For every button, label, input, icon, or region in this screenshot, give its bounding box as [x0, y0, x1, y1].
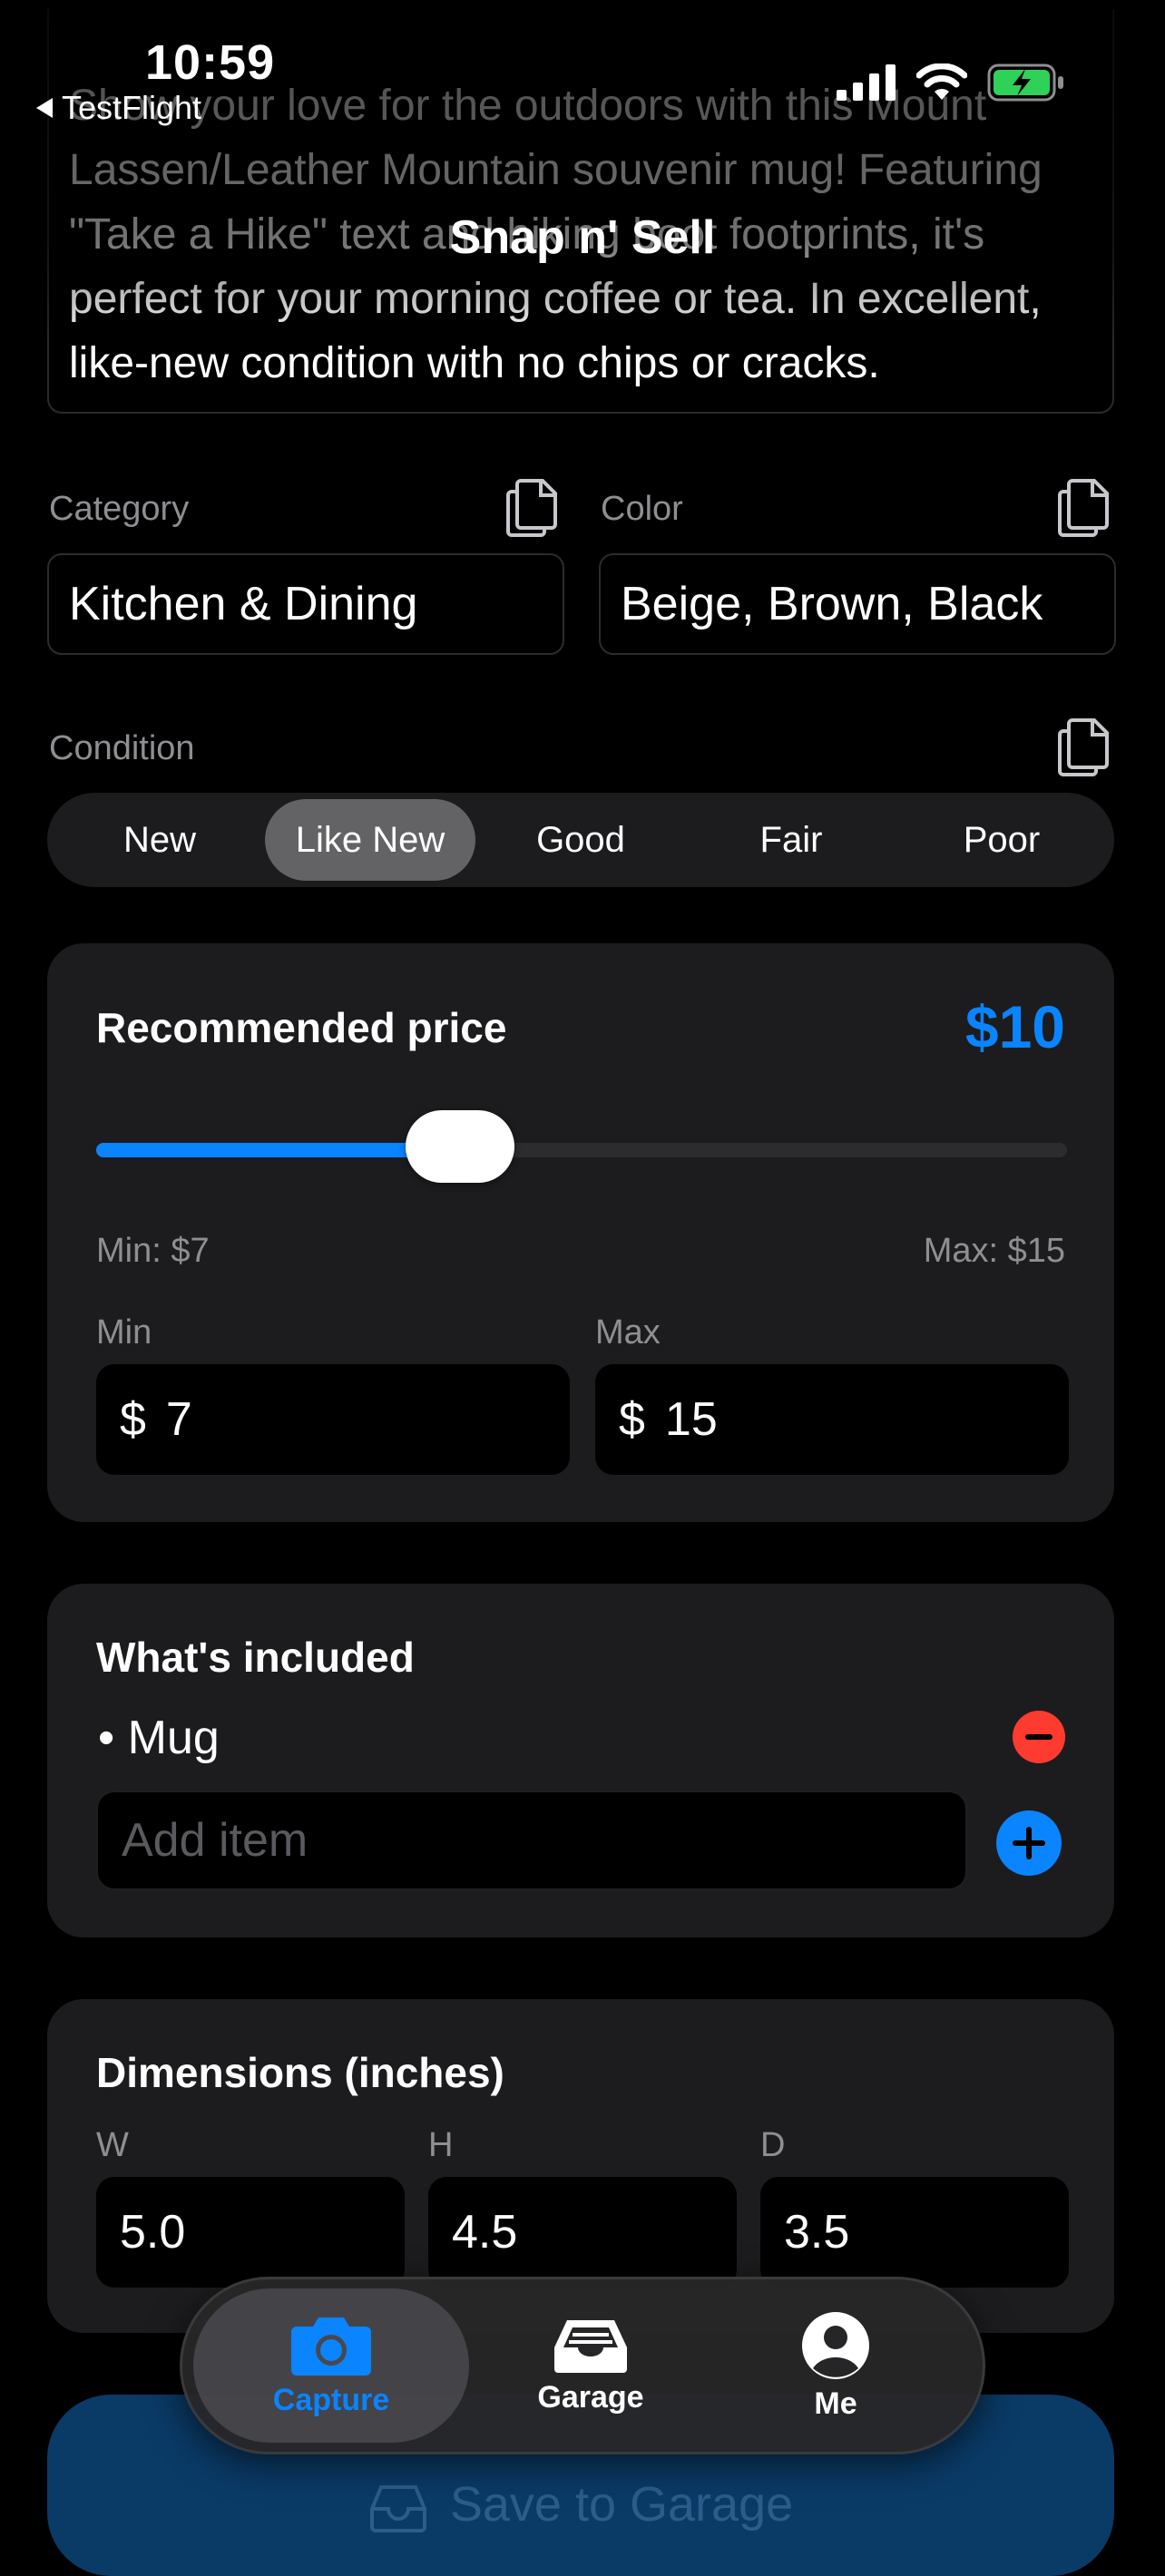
price-min-text: Min: $7 [96, 1232, 210, 1270]
save-to-garage-label: Save to Garage [449, 2477, 794, 2532]
dimensions-title: Dimensions (inches) [96, 2049, 504, 2096]
height-input[interactable]: 4.5 [428, 2177, 737, 2288]
condition-option-good[interactable]: Good [475, 799, 686, 881]
tab-capture-label: Capture [272, 2382, 390, 2417]
tab-bar: Capture Garage Me [180, 2277, 985, 2454]
back-app-label: TestFlight [62, 89, 202, 126]
width-label: W [96, 2126, 129, 2164]
person-icon [802, 2311, 869, 2379]
max-price-value: 15 [664, 1393, 718, 1446]
condition-option-fair[interactable]: Fair [686, 799, 896, 881]
condition-segmented-control: New Like New Good Fair Poor [47, 793, 1114, 887]
depth-label: D [760, 2126, 786, 2164]
tab-me[interactable]: Me [718, 2288, 954, 2443]
min-field-label: Min [96, 1313, 152, 1351]
color-label: Color [601, 490, 683, 528]
tray-icon [369, 2485, 426, 2532]
min-currency-symbol: $ [120, 1393, 146, 1446]
back-triangle-icon [36, 98, 53, 118]
add-item-button[interactable] [996, 1810, 1062, 1876]
tray-icon [554, 2319, 627, 2373]
status-time: 10:59 [145, 35, 276, 90]
minus-icon [1025, 1734, 1052, 1740]
price-max-text: Max: $15 [923, 1232, 1065, 1270]
status-icons [837, 63, 1065, 102]
included-title: What's included [96, 1634, 415, 1681]
copy-color-icon[interactable] [1056, 477, 1111, 537]
depth-input[interactable]: 3.5 [760, 2177, 1069, 2288]
width-input[interactable]: 5.0 [96, 2177, 405, 2288]
included-card: What's included • Mug Add item [47, 1584, 1114, 1937]
min-price-input[interactable]: $ 7 [96, 1364, 570, 1475]
copy-condition-icon[interactable] [1056, 717, 1111, 776]
plus-icon-vertical [1026, 1827, 1032, 1859]
category-label: Category [49, 490, 190, 528]
price-card: Recommended price $10 Min: $7 Max: $15 M… [47, 943, 1114, 1522]
included-item: • Mug [98, 1712, 220, 1764]
max-currency-symbol: $ [619, 1393, 645, 1446]
condition-label: Condition [49, 729, 195, 767]
min-price-value: 7 [165, 1393, 192, 1446]
back-to-app-button[interactable]: TestFlight [36, 89, 201, 127]
camera-icon [291, 2317, 371, 2376]
tab-garage-label: Garage [537, 2379, 644, 2415]
remove-item-button[interactable] [1013, 1711, 1065, 1763]
tab-garage[interactable]: Garage [482, 2288, 700, 2443]
battery-charging-icon [987, 63, 1063, 102]
price-title: Recommended price [96, 1004, 507, 1051]
color-field[interactable]: Beige, Brown, Black [599, 553, 1116, 655]
condition-option-like-new[interactable]: Like New [265, 799, 475, 881]
wifi-icon [916, 63, 967, 100]
signal-icon [837, 64, 896, 101]
height-label: H [428, 2126, 454, 2164]
condition-option-poor[interactable]: Poor [896, 799, 1107, 881]
tab-me-label: Me [814, 2386, 857, 2421]
page-title: Snap n' Sell [449, 211, 716, 264]
max-field-label: Max [595, 1313, 661, 1351]
max-price-input[interactable]: $ 15 [595, 1364, 1069, 1475]
price-slider-thumb[interactable] [406, 1110, 515, 1183]
price-value: $10 [964, 993, 1065, 1060]
tab-capture[interactable]: Capture [193, 2288, 469, 2443]
condition-option-new[interactable]: New [54, 799, 265, 881]
copy-category-icon[interactable] [504, 477, 559, 537]
category-field[interactable]: Kitchen & Dining [47, 553, 564, 655]
add-item-input[interactable]: Add item [96, 1791, 967, 1890]
price-slider[interactable] [96, 1110, 1067, 1183]
